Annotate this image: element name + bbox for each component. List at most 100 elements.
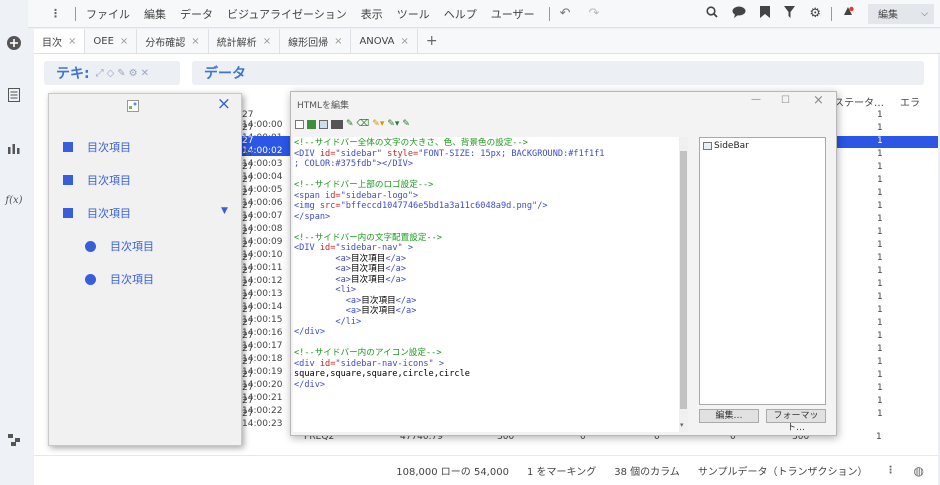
status-cell[interactable]: 1 xyxy=(877,292,883,302)
menu-help[interactable]: ヘルプ xyxy=(444,6,477,22)
close-icon[interactable]: × xyxy=(813,93,824,108)
status-cell[interactable]: 1 xyxy=(877,201,883,211)
status-cell[interactable]: 1 xyxy=(877,136,883,146)
node-icon xyxy=(703,142,712,150)
close-icon[interactable]: × xyxy=(191,36,199,47)
add-icon[interactable] xyxy=(5,34,23,52)
gear-icon[interactable]: ⚙ xyxy=(809,6,821,21)
insert-icon[interactable]: ✎ xyxy=(402,119,410,129)
scroll-down-icon[interactable]: ▾ xyxy=(680,421,684,429)
close-icon[interactable]: × xyxy=(217,94,231,114)
hierarchy-icon[interactable] xyxy=(5,431,23,449)
grid-dropdown-icon[interactable] xyxy=(331,119,343,129)
clear-icon[interactable]: ⌫ xyxy=(357,119,370,129)
bookmark-icon[interactable] xyxy=(760,6,771,21)
column-header-status[interactable]: ステータ… xyxy=(834,94,884,109)
add-tab-button[interactable]: + xyxy=(418,29,446,53)
format-button[interactable]: フォーマット… xyxy=(766,409,826,433)
notification-icon[interactable] xyxy=(842,6,854,21)
sidebar-item[interactable]: 目次項目 xyxy=(63,139,131,155)
close-icon[interactable]: × xyxy=(120,36,128,47)
timestamp-cell[interactable]: 27 14:00:23 xyxy=(242,409,290,429)
document-icon[interactable] xyxy=(5,86,23,104)
menu-visualization[interactable]: ビジュアライゼーション xyxy=(227,6,347,22)
tree-node[interactable]: SideBar xyxy=(703,141,749,151)
status-cell[interactable]: 1 xyxy=(877,188,883,198)
menu-bar: ⋮ ファイル 編集 データ ビジュアライゼーション 表示 ツール ヘルプ ユーザ… xyxy=(28,0,940,28)
status-cell[interactable]: 1 xyxy=(877,240,883,250)
menu-file[interactable]: ファイル xyxy=(86,6,130,22)
code-token: > xyxy=(413,190,419,201)
panel-tool-icons[interactable]: ⤢◇✎⚙✕ xyxy=(96,68,152,79)
filter-icon[interactable] xyxy=(784,6,796,21)
status-cell[interactable]: 1 xyxy=(877,396,883,406)
tab-anova[interactable]: ANOVA × xyxy=(351,29,418,53)
style-dropdown-icon[interactable]: ✎▾ xyxy=(372,119,384,129)
status-cell[interactable]: 1 xyxy=(877,266,883,276)
status-cell[interactable]: 1 xyxy=(877,331,883,341)
tab-linear-regression[interactable]: 線形回帰 × xyxy=(280,29,352,53)
column-header-error[interactable]: エラ xyxy=(900,94,920,109)
menu-edit[interactable]: 編集 xyxy=(144,6,166,22)
status-cell[interactable]: 1 xyxy=(877,279,883,289)
status-cell[interactable]: 1 xyxy=(877,214,883,224)
status-cell[interactable]: 1 xyxy=(877,370,883,380)
search-icon[interactable] xyxy=(706,6,718,21)
tab-toc[interactable]: 目次 × xyxy=(34,29,86,53)
code-editor[interactable]: <!--サイドバー全体の文字の大きさ、色、背景色の設定--> <DIV id="… xyxy=(293,137,679,432)
format-dropdown-icon[interactable]: ✎▾ xyxy=(387,119,399,129)
code-token: > xyxy=(402,243,414,253)
save-icon[interactable] xyxy=(295,119,304,129)
status-cell[interactable]: 1 xyxy=(877,149,883,159)
more-options-icon[interactable]: ⋮ xyxy=(886,465,896,476)
mode-dropdown[interactable]: 編集 ⌵ xyxy=(868,3,934,24)
sidebar-item[interactable]: 目次項目 xyxy=(63,172,131,188)
status-cell[interactable]: 1 xyxy=(877,175,883,185)
sidebar-item[interactable]: 目次項目 xyxy=(63,205,131,221)
status-cell[interactable]: 1 xyxy=(877,357,883,367)
status-cell[interactable]: 1 xyxy=(877,253,883,263)
tab-oee[interactable]: OEE × xyxy=(85,29,138,53)
menu-tools[interactable]: ツール xyxy=(397,6,430,22)
edit-button[interactable]: 編集… xyxy=(699,409,759,423)
menu-user[interactable]: ユーザー xyxy=(491,6,535,22)
bar-chart-icon[interactable] xyxy=(5,139,23,157)
tab-distribution[interactable]: 分布確認 × xyxy=(137,29,209,53)
scrollbar[interactable]: ▾ xyxy=(679,137,688,432)
preview-icon[interactable] xyxy=(307,119,316,129)
status-cell[interactable]: 1 xyxy=(877,110,883,120)
tag-icon[interactable]: ✎ xyxy=(346,119,354,129)
undo-icon[interactable]: ↶ xyxy=(560,6,571,21)
scrollbar-thumb[interactable] xyxy=(680,151,687,409)
code-token: src= xyxy=(319,201,341,211)
menu-data[interactable]: データ xyxy=(180,6,213,22)
function-icon[interactable]: f(x) xyxy=(5,191,23,209)
status-cell[interactable]: 1 xyxy=(877,123,883,133)
close-icon[interactable]: × xyxy=(401,36,409,47)
status-cell[interactable]: 1 xyxy=(877,162,883,172)
status-cell[interactable]: 1 xyxy=(877,305,883,315)
globe-icon[interactable]: ◍ xyxy=(914,464,924,478)
more-menu-icon[interactable]: ⋮ xyxy=(50,7,61,20)
element-tree[interactable]: SideBar xyxy=(699,137,826,405)
close-icon[interactable]: × xyxy=(334,36,342,47)
comment-icon[interactable] xyxy=(732,6,746,21)
expand-triangle-icon[interactable]: ▼ xyxy=(221,206,228,216)
image-icon[interactable] xyxy=(319,119,328,129)
sidebar-subitem[interactable]: 目次項目 xyxy=(85,238,154,254)
redo-icon[interactable]: ↷ xyxy=(588,6,599,21)
close-icon[interactable]: × xyxy=(263,36,271,47)
tab-statistics[interactable]: 統計解析 × xyxy=(209,29,281,53)
minimize-icon[interactable]: — xyxy=(751,94,761,105)
maximize-icon[interactable]: ☐ xyxy=(781,95,790,106)
status-cell[interactable]: 1 xyxy=(877,383,883,393)
sidebar-subitem[interactable]: 目次項目 xyxy=(85,271,154,287)
status-cell[interactable]: 1 xyxy=(877,227,883,237)
menu-view[interactable]: 表示 xyxy=(361,6,383,22)
status-cell[interactable]: 1 xyxy=(877,409,883,419)
status-cell[interactable]: 1 xyxy=(877,344,883,354)
status-cell[interactable]: 1 xyxy=(877,318,883,328)
text-panel-header: テキ: ⤢◇✎⚙✕ xyxy=(44,61,180,85)
data-source[interactable]: サンプルデータ（トランザクション） xyxy=(698,463,868,478)
close-icon[interactable]: × xyxy=(68,36,76,47)
